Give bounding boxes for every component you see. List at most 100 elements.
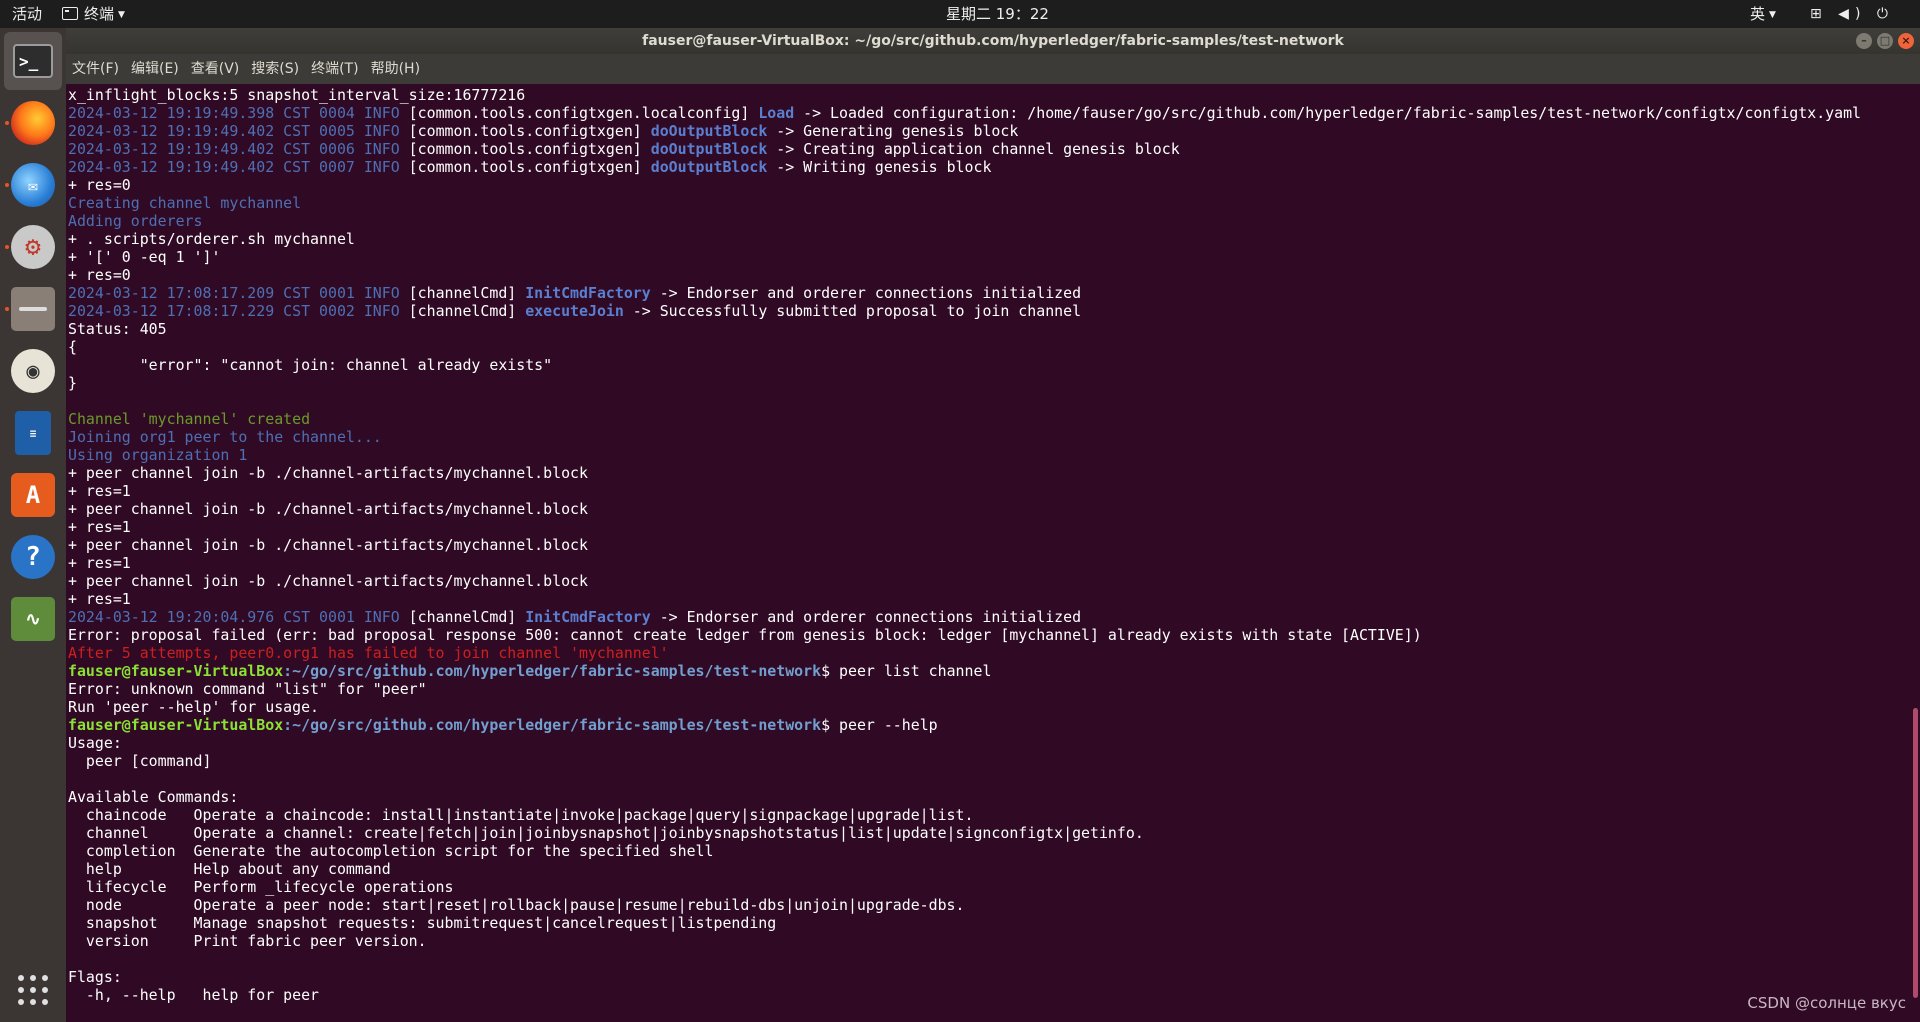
dock-item-software-center[interactable]: A — [4, 466, 62, 524]
show-applications-button[interactable] — [4, 961, 62, 1019]
input-method-label: 英 — [1750, 5, 1766, 23]
activities-button[interactable]: 活动 — [12, 0, 42, 28]
window-titlebar[interactable]: fauser@fauser-VirtualBox: ~/go/src/githu… — [66, 28, 1920, 54]
menu-help[interactable]: 帮助(H) — [367, 54, 424, 84]
app-menu-button[interactable]: 终端 ▼ — [62, 0, 125, 28]
terminal-text: Status: 405 — [68, 320, 167, 338]
terminal-text: After 5 attempts, peer0.org1 has failed … — [68, 644, 669, 662]
terminal-line: help Help about any command — [68, 860, 1904, 878]
speaker-icon: ◉ — [11, 349, 55, 393]
terminal-window: fauser@fauser-VirtualBox: ~/go/src/githu… — [66, 28, 1920, 1022]
terminal-line: 2024-03-12 19:19:49.402 CST 0006 INFO [c… — [68, 140, 1904, 158]
menu-search[interactable]: 搜索(S) — [247, 54, 303, 84]
terminal-text: -> Loaded configuration: /home/fauser/go… — [794, 104, 1862, 122]
terminal-text: 2024-03-12 17:08:17.229 CST 0002 INFO — [68, 302, 400, 320]
firefox-icon — [11, 101, 55, 145]
menu-view[interactable]: 查看(V) — [187, 54, 244, 84]
terminal-line: "error": "cannot join: channel already e… — [68, 356, 1904, 374]
terminal-line: Flags: — [68, 968, 1904, 986]
terminal-line: Usage: — [68, 734, 1904, 752]
terminal-text: peer [command] — [68, 752, 212, 770]
terminal-line: node Operate a peer node: start|reset|ro… — [68, 896, 1904, 914]
input-method-indicator[interactable]: 英 ▼ — [1750, 0, 1776, 28]
close-button[interactable]: × — [1898, 33, 1914, 49]
terminal-text: Channel 'mychannel' created — [68, 410, 311, 428]
terminal-line: After 5 attempts, peer0.org1 has failed … — [68, 644, 1904, 662]
terminal-line: version Print fabric peer version. — [68, 932, 1904, 950]
terminal-text: 2024-03-12 19:19:49.402 CST 0006 INFO — [68, 140, 400, 158]
terminal-line: x_inflight_blocks:5 snapshot_interval_si… — [68, 86, 1904, 104]
terminal-text: 2024-03-12 19:19:49.402 CST 0005 INFO — [68, 122, 400, 140]
terminal-line: 2024-03-12 19:19:49.402 CST 0005 INFO [c… — [68, 122, 1904, 140]
prompt-line: fauser@fauser-VirtualBox:~/go/src/github… — [68, 662, 1904, 680]
terminal-text: lifecycle Perform _lifecycle operations — [68, 878, 454, 896]
terminal-text: + res=1 — [68, 518, 131, 536]
terminal-line: Status: 405 — [68, 320, 1904, 338]
terminal-line: Channel 'mychannel' created — [68, 410, 1904, 428]
menu-edit[interactable]: 编辑(E) — [127, 54, 183, 84]
terminal-line: { — [68, 338, 1904, 356]
minimize-button[interactable]: – — [1856, 33, 1872, 49]
terminal-line: Using organization 1 — [68, 446, 1904, 464]
dock-item-terminal[interactable]: >_ — [4, 32, 62, 90]
help-icon: ? — [11, 535, 55, 579]
terminal-text: + peer channel join -b ./channel-artifac… — [68, 572, 588, 590]
terminal-line: + res=1 — [68, 518, 1904, 536]
dock-item-firefox[interactable] — [4, 94, 62, 152]
terminal-text: $ peer --help — [821, 716, 938, 734]
dock-item-settings-tool[interactable]: ⚙ — [4, 218, 62, 276]
terminal-text: doOutputBlock — [650, 140, 768, 158]
terminal-text: Creating channel mychannel — [68, 194, 302, 212]
terminal-line: + peer channel join -b ./channel-artifac… — [68, 572, 1904, 590]
terminal-text: channel Operate a channel: create|fetch|… — [68, 824, 1144, 842]
terminal-line: lifecycle Perform _lifecycle operations — [68, 878, 1904, 896]
terminal-text: InitCmdFactory — [525, 608, 651, 626]
terminal-text: [common.tools.configtxgen] — [399, 158, 651, 176]
terminal-line: 2024-03-12 19:20:04.976 CST 0001 INFO [c… — [68, 608, 1904, 626]
terminal-line: Joining org1 peer to the channel... — [68, 428, 1904, 446]
terminal-text: chaincode Operate a chaincode: install|i… — [68, 806, 974, 824]
terminal-text: Using organization 1 — [68, 446, 248, 464]
prompt-line: fauser@fauser-VirtualBox:~/go/src/github… — [68, 716, 1904, 734]
terminal-text: doOutputBlock — [650, 158, 768, 176]
terminal-output[interactable]: x_inflight_blocks:5 snapshot_interval_si… — [68, 86, 1904, 1022]
dock: >_ ✉ ⚙ ◉ ≡ A ? ∿ — [0, 28, 66, 1022]
running-indicator-icon — [5, 121, 9, 125]
dock-item-system-monitor[interactable]: ∿ — [4, 590, 62, 648]
terminal-line: 2024-03-12 17:08:17.229 CST 0002 INFO [c… — [68, 302, 1904, 320]
terminal-line: Adding orderers — [68, 212, 1904, 230]
terminal-text: Available Commands: — [68, 788, 239, 806]
terminal-text: + res=1 — [68, 482, 131, 500]
terminal-text: executeJoin — [525, 302, 624, 320]
terminal-line: + peer channel join -b ./channel-artifac… — [68, 464, 1904, 482]
clock[interactable]: 星期二 19：22 — [946, 0, 1049, 28]
terminal-text: } — [68, 374, 77, 392]
terminal-text: -> Writing genesis block — [767, 158, 992, 176]
terminal-text: Load — [758, 104, 795, 122]
terminal-line: Creating channel mychannel — [68, 194, 1904, 212]
dock-item-help[interactable]: ? — [4, 528, 62, 586]
terminal-line: + . scripts/orderer.sh mychannel — [68, 230, 1904, 248]
terminal-text: + res=1 — [68, 554, 131, 572]
prompt-user: fauser@fauser-VirtualBox — [68, 716, 284, 734]
prompt-path: :~/go/src/github.com/hyperledger/fabric-… — [283, 716, 822, 734]
software-bag-icon: A — [11, 473, 55, 517]
menu-file[interactable]: 文件(F) — [68, 54, 123, 84]
dock-item-rhythmbox[interactable]: ◉ — [4, 342, 62, 400]
dock-item-files[interactable] — [4, 280, 62, 338]
terminal-line: snapshot Manage snapshot requests: submi… — [68, 914, 1904, 932]
prompt-user: fauser@fauser-VirtualBox — [68, 662, 284, 680]
menu-terminal[interactable]: 终端(T) — [307, 54, 362, 84]
system-tray[interactable]: ⊞ ◀) ⏻ — [1810, 0, 1894, 28]
dock-item-thunderbird[interactable]: ✉ — [4, 156, 62, 214]
dock-item-writer[interactable]: ≡ — [4, 404, 62, 462]
terminal-line: + res=1 — [68, 482, 1904, 500]
terminal-icon: >_ — [13, 44, 53, 78]
maximize-button[interactable]: □ — [1877, 33, 1893, 49]
window-controls: – □ × — [1856, 33, 1914, 49]
terminal-scrollbar[interactable] — [1913, 708, 1918, 998]
thunderbird-icon: ✉ — [11, 163, 55, 207]
terminal-line: + peer channel join -b ./channel-artifac… — [68, 536, 1904, 554]
